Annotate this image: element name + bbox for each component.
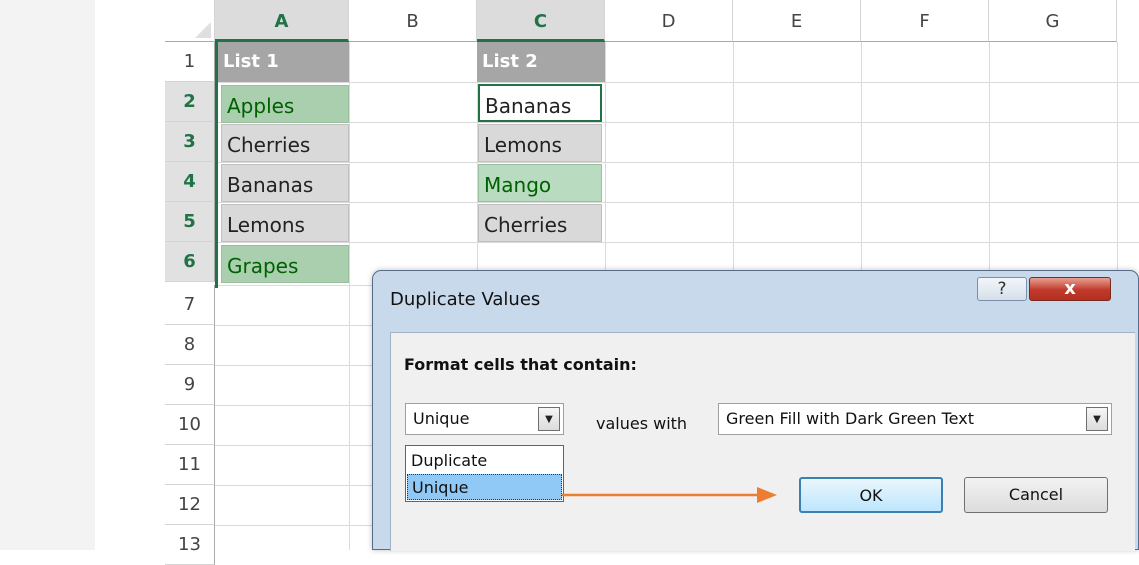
orange-arrow-annotation xyxy=(562,487,777,503)
arrow-head-icon xyxy=(757,487,777,503)
